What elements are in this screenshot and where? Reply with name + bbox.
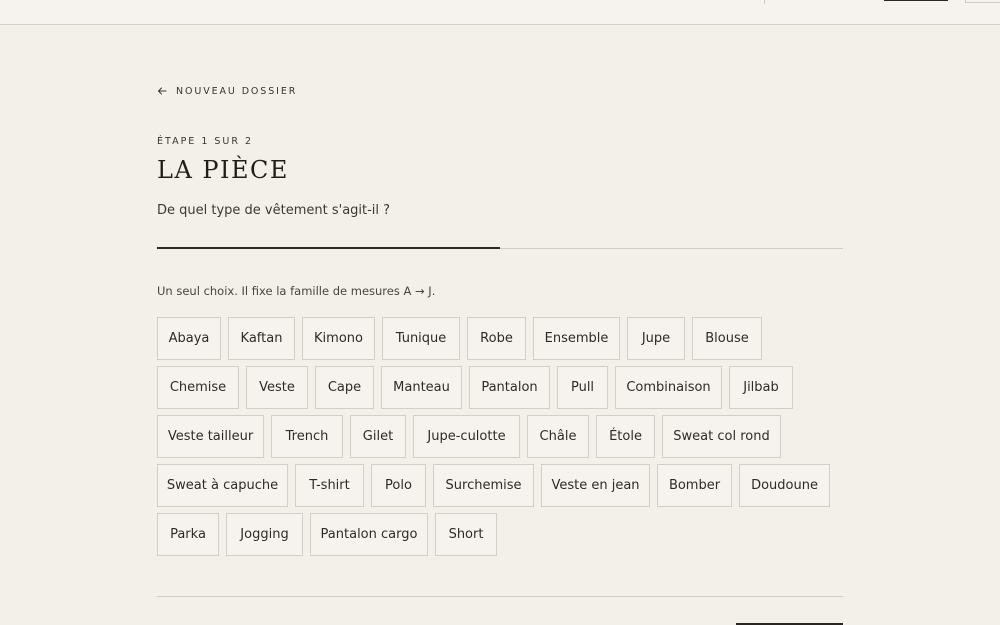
option-button[interactable]: Doudoune [739, 464, 830, 507]
option-button[interactable]: Jilbab [729, 366, 793, 409]
option-button[interactable]: Kimono [302, 317, 375, 360]
option-button[interactable]: Pantalon [469, 366, 550, 409]
options-row: Chemise Veste Cape Manteau Pantalon Pull… [157, 366, 793, 409]
options-row: Parka Jogging Pantalon cargo Short [157, 513, 497, 556]
option-button[interactable]: Jupe [627, 317, 685, 360]
option-button[interactable]: Pull [557, 366, 608, 409]
options-row: Sweat à capuche T-shirt Polo Surchemise … [157, 464, 830, 507]
option-button[interactable]: Sweat col rond [662, 415, 781, 458]
option-button[interactable]: Surchemise [433, 464, 534, 507]
option-button[interactable]: Veste en jean [541, 464, 650, 507]
back-link-label: NOUVEAU DOSSIER [176, 85, 298, 97]
option-button[interactable]: Robe [467, 317, 526, 360]
option-button[interactable]: Gilet [350, 415, 406, 458]
option-button[interactable]: Ensemble [533, 317, 620, 360]
option-button[interactable]: Cape [315, 366, 374, 409]
page-title: LA PIÈCE [157, 156, 289, 184]
footer-divider [157, 596, 843, 597]
option-button[interactable]: Chemise [157, 366, 239, 409]
option-button[interactable]: Manteau [381, 366, 462, 409]
topbar-divider [764, 0, 765, 4]
option-button[interactable]: Combinaison [615, 366, 722, 409]
options-row: Veste tailleur Trench Gilet Jupe-culotte… [157, 415, 781, 458]
option-button[interactable]: Tunique [382, 317, 460, 360]
options-row: Abaya Kaftan Kimono Tunique Robe Ensembl… [157, 317, 762, 360]
option-button[interactable]: Abaya [157, 317, 221, 360]
option-button[interactable]: Bomber [657, 464, 732, 507]
primary-button[interactable] [884, 0, 948, 1]
option-button[interactable]: T-shirt [295, 464, 364, 507]
progress-bar [157, 247, 843, 249]
top-bar [0, 0, 1000, 25]
option-button[interactable]: Parka [157, 513, 219, 556]
option-button[interactable]: Châle [527, 415, 589, 458]
progress-fill [157, 247, 500, 249]
option-button[interactable]: Veste tailleur [157, 415, 264, 458]
question-text: De quel type de vêtement s'agit-il ? [157, 203, 391, 218]
back-link[interactable]: NOUVEAU DOSSIER [157, 84, 297, 98]
option-button[interactable]: Jogging [226, 513, 303, 556]
option-button[interactable]: Polo [371, 464, 426, 507]
arrow-left-icon [158, 87, 167, 95]
step-indicator: ÉTAPE 1 SUR 2 [157, 136, 254, 147]
secondary-button[interactable] [965, 0, 1000, 3]
option-button[interactable]: Pantalon cargo [310, 513, 428, 556]
option-button[interactable]: Veste [246, 366, 308, 409]
option-button[interactable]: Kaftan [228, 317, 295, 360]
hint-text: Un seul choix. Il fixe la famille de mes… [157, 284, 436, 298]
option-button[interactable]: Étole [596, 415, 655, 458]
option-button[interactable]: Blouse [692, 317, 762, 360]
option-button[interactable]: Trench [271, 415, 343, 458]
option-button[interactable]: Jupe-culotte [413, 415, 520, 458]
option-button[interactable]: Sweat à capuche [157, 464, 288, 507]
option-button[interactable]: Short [435, 513, 497, 556]
